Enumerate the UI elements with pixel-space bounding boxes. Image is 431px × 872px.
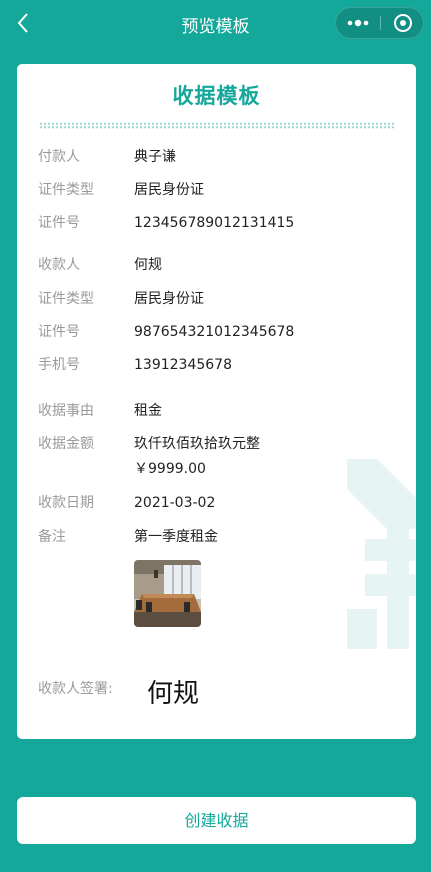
date-label: 收款日期 bbox=[38, 495, 94, 511]
payee-id-type-value: 居民身份证 bbox=[134, 291, 204, 307]
payee-id-type-label: 证件类型 bbox=[38, 291, 94, 307]
phone-value: 13912345678 bbox=[134, 357, 232, 373]
signature-label: 收款人签署: bbox=[38, 681, 113, 697]
note-value: 第一季度租金 bbox=[134, 529, 218, 545]
payer-value: 典子谦 bbox=[134, 149, 176, 165]
more-button[interactable] bbox=[336, 8, 380, 38]
phone-label: 手机号 bbox=[38, 357, 80, 373]
receipt-title: 收据模板 bbox=[172, 84, 261, 108]
amount-text-value: 玖仟玖佰玖拾玖元整 bbox=[134, 436, 260, 452]
payer-id-no-label: 证件号 bbox=[38, 215, 80, 231]
dotted-divider bbox=[39, 122, 394, 129]
note-label: 备注 bbox=[38, 529, 66, 545]
mini-program-capsule bbox=[335, 7, 424, 39]
watermark-graphic bbox=[347, 459, 416, 649]
navigation-bar: 预览模板 bbox=[0, 0, 431, 46]
create-receipt-button[interactable]: 创建收据 bbox=[17, 797, 416, 844]
close-button[interactable] bbox=[381, 8, 424, 38]
payer-id-type-value: 居民身份证 bbox=[134, 182, 204, 198]
payee-id-no-value: 987654321012345678 bbox=[134, 324, 295, 340]
signature-value: 何规 bbox=[147, 679, 200, 709]
payee-id-no-label: 证件号 bbox=[38, 324, 80, 340]
payer-id-no-value: 123456789012131415 bbox=[134, 215, 295, 231]
payer-id-type-label: 证件类型 bbox=[38, 182, 94, 198]
target-close-icon bbox=[394, 14, 412, 32]
receipt-card: 收据模板 付款人 典子谦 证件类型 居民身份证 证件号 123456789012… bbox=[17, 64, 416, 739]
amount-number-value: ￥9999.00 bbox=[134, 461, 206, 477]
meeting-room-image bbox=[134, 560, 201, 627]
date-value: 2021-03-02 bbox=[134, 495, 216, 511]
payee-label: 收款人 bbox=[38, 257, 80, 273]
amount-label: 收据金额 bbox=[38, 436, 94, 452]
payer-label: 付款人 bbox=[38, 149, 80, 165]
reason-value: 租金 bbox=[134, 403, 162, 419]
more-dots-icon bbox=[347, 19, 369, 27]
attachment-photo[interactable] bbox=[134, 560, 201, 627]
reason-label: 收据事由 bbox=[38, 403, 94, 419]
payee-value: 何规 bbox=[134, 257, 162, 273]
